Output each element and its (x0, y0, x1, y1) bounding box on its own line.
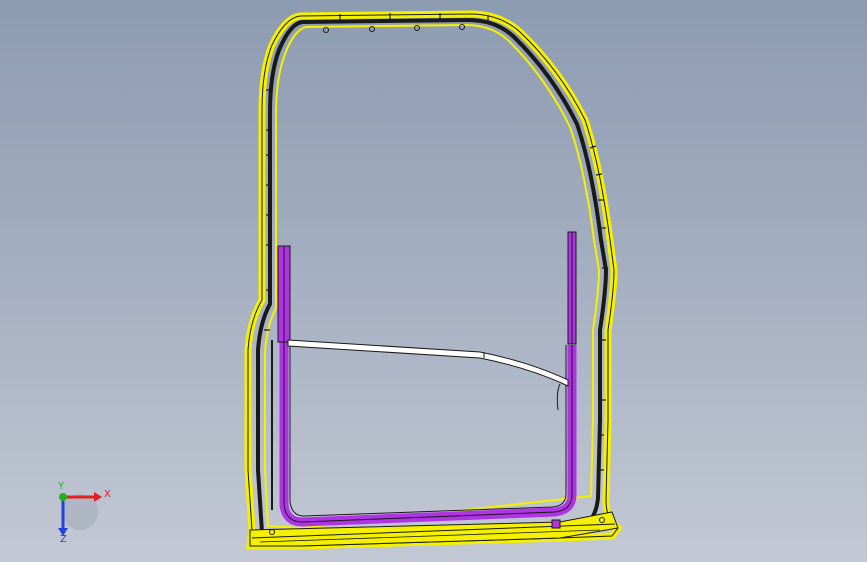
x-axis-label: X (104, 489, 111, 500)
y-axis-dot (59, 493, 67, 501)
coordinate-triad: X Y Z (57, 481, 111, 545)
y-axis-label: Y (57, 481, 65, 492)
z-axis-label: Z (60, 534, 67, 545)
triad-shadow (62, 494, 98, 530)
graphics-viewport[interactable]: X Y Z (0, 0, 867, 562)
